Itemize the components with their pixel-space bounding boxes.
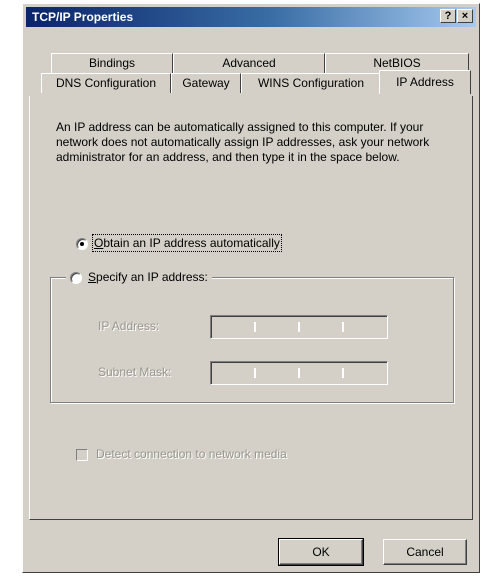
tab-dns-configuration[interactable]: DNS Configuration <box>41 73 171 93</box>
window-title: TCP/IP Properties <box>32 10 134 24</box>
detect-connection-label: Detect connection to network media <box>96 447 287 461</box>
obtain-ip-radio[interactable] <box>76 238 88 250</box>
specify-ip-label-text: pecify an IP address: <box>96 270 208 284</box>
ip-separator <box>342 322 344 332</box>
ok-button[interactable]: OK <box>278 538 364 566</box>
ip-address-field[interactable] <box>210 315 388 339</box>
tab-advanced[interactable]: Advanced <box>173 53 325 73</box>
ip-description-text: An IP address can be automatically assig… <box>56 120 430 164</box>
title-bar[interactable]: TCP/IP Properties ? × <box>26 7 476 27</box>
subnet-mask-field[interactable] <box>210 361 388 385</box>
ip-separator <box>298 322 300 332</box>
ip-separator <box>254 322 256 332</box>
specify-ip-label[interactable]: Specify an IP address: <box>88 270 208 284</box>
cancel-button[interactable]: Cancel <box>383 539 467 565</box>
radio-selected-dot <box>80 242 84 246</box>
tab-gateway[interactable]: Gateway <box>171 73 241 93</box>
tab-bindings[interactable]: Bindings <box>51 53 173 73</box>
specify-ip-accel: S <box>88 270 97 284</box>
tcpip-properties-dialog: TCP/IP Properties ? × Bindings Advanced … <box>22 3 480 573</box>
ip-address-label: IP Address: <box>98 319 160 333</box>
specify-ip-radio[interactable] <box>70 272 82 284</box>
obtain-ip-label-text: btain an IP address automatically <box>103 236 280 250</box>
subnet-mask-label: Subnet Mask: <box>98 365 172 379</box>
obtain-ip-label[interactable]: Obtain an IP address automatically <box>92 234 282 252</box>
detect-connection-checkbox[interactable] <box>76 449 88 461</box>
help-button[interactable]: ? <box>440 9 456 23</box>
tab-wins-configuration[interactable]: WINS Configuration <box>241 73 381 93</box>
tab-ip-address[interactable]: IP Address <box>379 70 471 94</box>
ip-separator <box>342 368 344 378</box>
close-button[interactable]: × <box>457 9 473 23</box>
obtain-ip-accel: O <box>94 236 104 250</box>
ip-address-panel: An IP address can be automatically assig… <box>29 96 473 520</box>
ip-separator <box>298 368 300 378</box>
ip-separator <box>254 368 256 378</box>
